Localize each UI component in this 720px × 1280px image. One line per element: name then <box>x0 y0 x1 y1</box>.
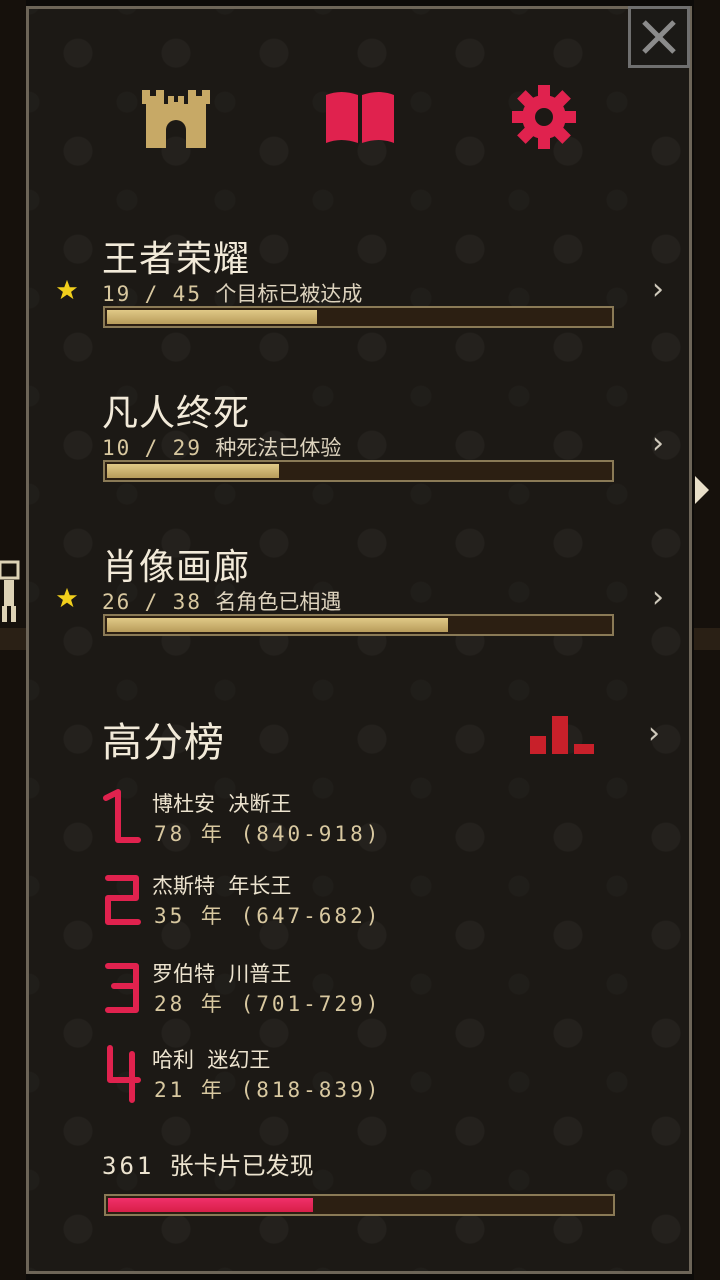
rank-4-numeral <box>107 1045 141 1103</box>
rank-2-numeral <box>105 875 141 925</box>
cards-progress-bar <box>104 1194 615 1216</box>
gear-icon <box>512 85 576 149</box>
section-progress-text: 19 / 45 个目标已被达成 <box>102 278 362 308</box>
star-icon <box>56 587 78 608</box>
achievements-section[interactable]: 王者荣耀 19 / 45 个目标已被达成 › <box>0 226 720 336</box>
chevron-right-icon: › <box>652 272 664 307</box>
ruler-name: 哈利 迷幻王 <box>152 1048 271 1072</box>
section-progress-text: 10 / 29 种死法已体验 <box>102 432 341 462</box>
progress-suffix: 种死法已体验 <box>215 436 342 460</box>
deaths-section[interactable]: 凡人终死 10 / 29 种死法已体验 › <box>0 380 720 490</box>
section-title: 肖像画廊 <box>102 547 251 588</box>
cards-label: 张卡片已发现 <box>169 1152 314 1180</box>
ruler-reign: 28 年 (701-729) <box>154 992 382 1016</box>
tab-book[interactable] <box>322 84 398 150</box>
cards-discovered-text: 361 张卡片已发现 <box>102 1146 314 1181</box>
rank-1-numeral <box>103 789 141 843</box>
star-icon <box>56 279 78 300</box>
rank-3-numeral <box>105 963 139 1013</box>
progress-bar <box>103 614 614 636</box>
progress-total: 29 <box>172 436 202 460</box>
leaderboard-title: 高分榜 <box>102 720 225 766</box>
ruler-reign: 35 年 (647-682) <box>154 904 382 928</box>
section-title: 凡人终死 <box>102 393 251 434</box>
progress-bar-fill <box>107 618 448 632</box>
ruler-name: 杰斯特 年长王 <box>152 874 292 898</box>
ruler-reign: 21 年 (818-839) <box>154 1078 382 1102</box>
section-title: 王者荣耀 <box>102 239 251 280</box>
book-icon <box>326 92 394 143</box>
leaderboard-header[interactable]: 高分榜 › <box>0 708 720 768</box>
tab-castle[interactable] <box>138 84 214 150</box>
progress-bar-fill <box>107 464 279 478</box>
progress-current: 26 <box>102 590 132 614</box>
ruler-name: 博杜安 决断王 <box>152 792 292 816</box>
progress-current: 19 <box>102 282 132 306</box>
cards-count: 361 <box>102 1152 155 1180</box>
section-progress-text: 26 / 38 名角色已相遇 <box>102 586 341 616</box>
progress-bar <box>103 460 614 482</box>
ruler-name: 罗伯特 川普王 <box>152 962 292 986</box>
tab-settings[interactable] <box>506 84 582 150</box>
progress-separator: / <box>144 436 160 460</box>
ruler-reign: 78 年 (840-918) <box>154 822 382 846</box>
chevron-right-icon: › <box>648 716 660 751</box>
progress-bar <box>103 306 614 328</box>
progress-bar-fill <box>107 310 317 324</box>
progress-total: 38 <box>172 590 202 614</box>
close-icon <box>642 20 676 54</box>
leaderboard-chart-icon <box>530 716 594 754</box>
cards-progress-fill <box>108 1198 313 1212</box>
progress-total: 45 <box>172 282 202 306</box>
portrait-gallery-section[interactable]: 肖像画廊 26 / 38 名角色已相遇 › <box>0 534 720 644</box>
progress-suffix: 名角色已相遇 <box>215 590 342 614</box>
progress-separator: / <box>144 282 160 306</box>
chevron-right-icon: › <box>652 580 664 615</box>
progress-current: 10 <box>102 436 132 460</box>
progress-separator: / <box>144 590 160 614</box>
castle-icon <box>142 90 210 148</box>
close-button[interactable] <box>628 6 690 68</box>
progress-suffix: 个目标已被达成 <box>215 282 363 306</box>
chevron-right-icon: › <box>652 426 664 461</box>
